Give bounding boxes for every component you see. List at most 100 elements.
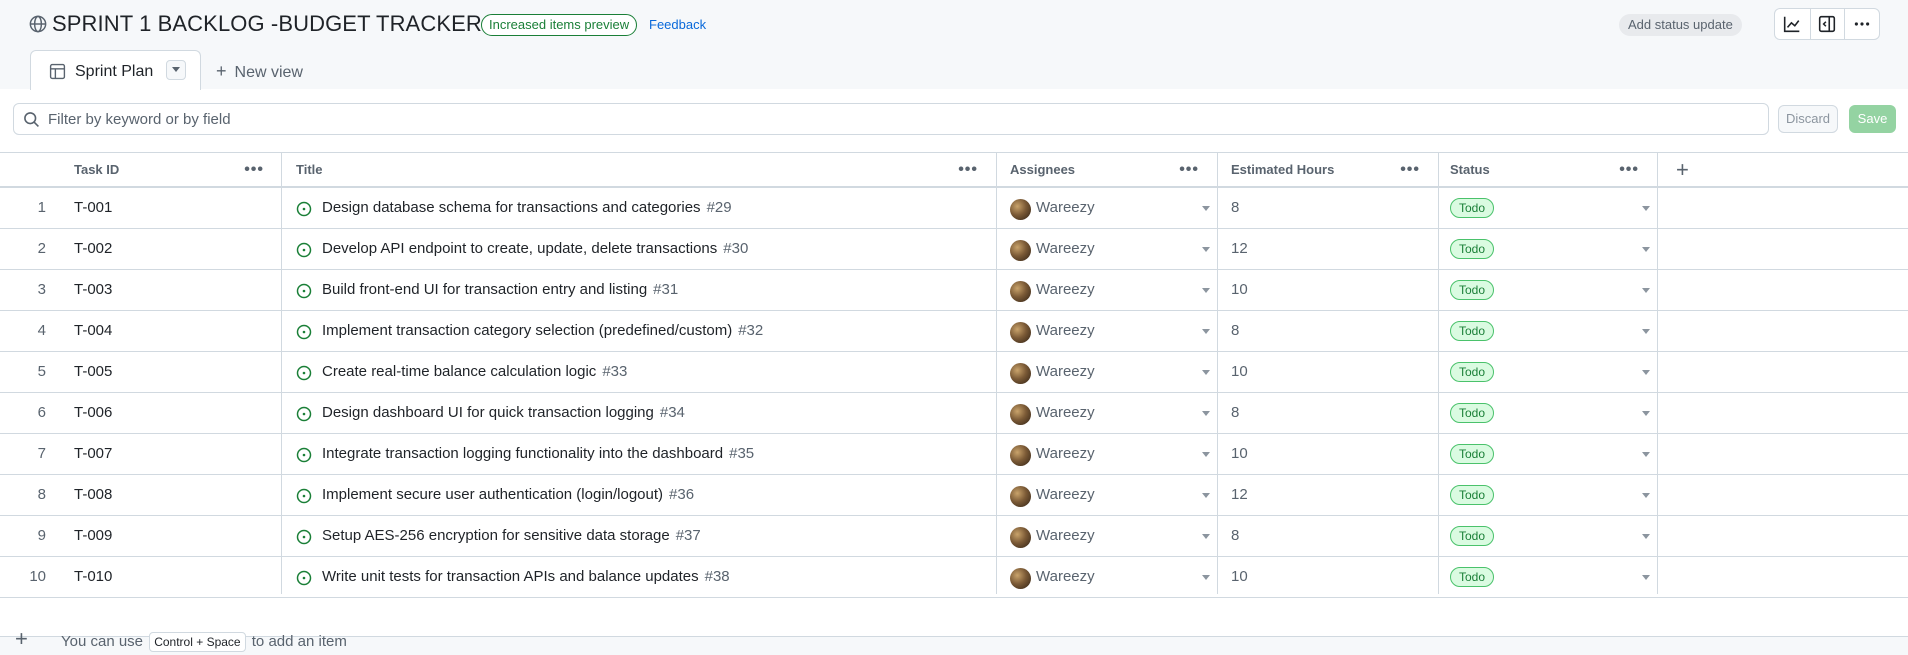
chevron-down-icon[interactable] (1202, 370, 1210, 375)
chevron-down-icon[interactable] (1202, 288, 1210, 293)
estimated-hours-cell[interactable]: 10 (1231, 557, 1248, 597)
chevron-down-icon[interactable] (1642, 247, 1650, 252)
estimated-hours-cell[interactable]: 8 (1231, 516, 1239, 556)
table-row[interactable]: 2 T-002 Develop API endpoint to create, … (0, 229, 1908, 270)
view-options-dropdown[interactable] (166, 60, 186, 80)
chevron-down-icon[interactable] (1642, 534, 1650, 539)
assignee-cell[interactable]: Wareezy (1010, 188, 1210, 228)
filter-input[interactable] (48, 109, 1748, 129)
assignee-cell[interactable]: Wareezy (1010, 434, 1210, 474)
chevron-down-icon[interactable] (1642, 493, 1650, 498)
assignee-cell[interactable]: Wareezy (1010, 516, 1210, 556)
filter-bar[interactable] (13, 103, 1769, 135)
column-menu-icon[interactable]: ••• (1400, 153, 1420, 187)
issue-title-link[interactable]: Create real-time balance calculation log… (322, 352, 627, 392)
column-header-estimated-hours[interactable]: Estimated Hours ••• (1231, 153, 1438, 187)
add-field-button[interactable]: + (1676, 153, 1706, 187)
assignee-cell[interactable]: Wareezy (1010, 352, 1210, 392)
task-id-cell[interactable]: T-003 (74, 270, 112, 310)
table-row[interactable]: 10 T-010 Write unit tests for transactio… (0, 557, 1908, 598)
column-header-task-id[interactable]: Task ID ••• (74, 153, 282, 187)
issue-title-link[interactable]: Design database schema for transactions … (322, 188, 732, 228)
column-menu-icon[interactable]: ••• (1619, 153, 1639, 187)
sidebar-toggle-button[interactable] (1809, 9, 1845, 39)
task-id-cell[interactable]: T-008 (74, 475, 112, 515)
column-divider[interactable] (1657, 152, 1658, 594)
tab-sprint-plan[interactable]: Sprint Plan (30, 50, 201, 90)
issue-title-link[interactable]: Integrate transaction logging functional… (322, 434, 754, 474)
add-item-row[interactable]: + You can use Control + Space to add an … (0, 621, 1908, 655)
estimated-hours-cell[interactable]: 12 (1231, 475, 1248, 515)
issue-title-link[interactable]: Design dashboard UI for quick transactio… (322, 393, 685, 433)
chevron-down-icon[interactable] (1202, 206, 1210, 211)
column-menu-icon[interactable]: ••• (958, 153, 978, 187)
column-header-title[interactable]: Title ••• (296, 153, 996, 187)
estimated-hours-cell[interactable]: 10 (1231, 352, 1248, 392)
assignee-cell[interactable]: Wareezy (1010, 229, 1210, 269)
more-options-button[interactable] (1844, 9, 1879, 39)
chevron-down-icon[interactable] (1202, 247, 1210, 252)
assignee-cell[interactable]: Wareezy (1010, 393, 1210, 433)
chevron-down-icon[interactable] (1202, 452, 1210, 457)
task-id-cell[interactable]: T-009 (74, 516, 112, 556)
issue-title-link[interactable]: Write unit tests for transaction APIs an… (322, 557, 730, 597)
discard-button[interactable]: Discard (1778, 105, 1838, 133)
assignee-cell[interactable]: Wareezy (1010, 311, 1210, 351)
estimated-hours-cell[interactable]: 12 (1231, 229, 1248, 269)
chevron-down-icon[interactable] (1202, 329, 1210, 334)
chevron-down-icon[interactable] (1202, 575, 1210, 580)
issue-title-link[interactable]: Implement secure user authentication (lo… (322, 475, 694, 515)
task-id-cell[interactable]: T-010 (74, 557, 112, 597)
column-divider[interactable] (281, 152, 282, 594)
estimated-hours-cell[interactable]: 10 (1231, 434, 1248, 474)
estimated-hours-cell[interactable]: 8 (1231, 311, 1239, 351)
column-divider[interactable] (996, 152, 997, 594)
plus-icon[interactable]: + (15, 626, 28, 652)
issue-title-link[interactable]: Build front-end UI for transaction entry… (322, 270, 678, 310)
assignee-cell[interactable]: Wareezy (1010, 557, 1210, 597)
column-menu-icon[interactable]: ••• (244, 153, 264, 187)
estimated-hours-cell[interactable]: 10 (1231, 270, 1248, 310)
table-row[interactable]: 7 T-007 Integrate transaction logging fu… (0, 434, 1908, 475)
save-button[interactable]: Save (1849, 105, 1896, 133)
table-row[interactable]: 3 T-003 Build front-end UI for transacti… (0, 270, 1908, 311)
table-row[interactable]: 4 T-004 Implement transaction category s… (0, 311, 1908, 352)
chevron-down-icon[interactable] (1642, 206, 1650, 211)
feedback-link[interactable]: Feedback (649, 17, 706, 32)
column-menu-icon[interactable]: ••• (1179, 153, 1199, 187)
issue-title-link[interactable]: Implement transaction category selection… (322, 311, 763, 351)
chevron-down-icon[interactable] (1202, 534, 1210, 539)
chevron-down-icon[interactable] (1202, 411, 1210, 416)
estimated-hours-cell[interactable]: 8 (1231, 393, 1239, 433)
project-title[interactable]: SPRINT 1 BACKLOG -BUDGET TRACKER (52, 11, 482, 37)
chevron-down-icon[interactable] (1642, 370, 1650, 375)
task-id-cell[interactable]: T-006 (74, 393, 112, 433)
increased-items-preview-badge[interactable]: Increased items preview (481, 14, 638, 36)
task-id-cell[interactable]: T-002 (74, 229, 112, 269)
add-status-update-button[interactable]: Add status update (1619, 14, 1742, 36)
chevron-down-icon[interactable] (1642, 329, 1650, 334)
table-row[interactable]: 8 T-008 Implement secure user authentica… (0, 475, 1908, 516)
table-row[interactable]: 5 T-005 Create real-time balance calcula… (0, 352, 1908, 393)
estimated-hours-cell[interactable]: 8 (1231, 188, 1239, 228)
column-header-assignees[interactable]: Assignees ••• (1010, 153, 1217, 187)
table-row[interactable]: 9 T-009 Setup AES-256 encryption for sen… (0, 516, 1908, 557)
chevron-down-icon[interactable] (1642, 452, 1650, 457)
insights-button[interactable] (1775, 9, 1810, 39)
task-id-cell[interactable]: T-001 (74, 188, 112, 228)
table-row[interactable]: 1 T-001 Design database schema for trans… (0, 188, 1908, 229)
task-id-cell[interactable]: T-005 (74, 352, 112, 392)
chevron-down-icon[interactable] (1202, 493, 1210, 498)
assignee-cell[interactable]: Wareezy (1010, 270, 1210, 310)
task-id-cell[interactable]: T-004 (74, 311, 112, 351)
chevron-down-icon[interactable] (1642, 411, 1650, 416)
column-divider[interactable] (1438, 152, 1439, 594)
column-divider[interactable] (1217, 152, 1218, 594)
issue-title-link[interactable]: Develop API endpoint to create, update, … (322, 229, 748, 269)
new-view-button[interactable]: + New view (216, 61, 303, 82)
issue-title-link[interactable]: Setup AES-256 encryption for sensitive d… (322, 516, 701, 556)
column-header-status[interactable]: Status ••• (1450, 153, 1657, 187)
table-row[interactable]: 6 T-006 Design dashboard UI for quick tr… (0, 393, 1908, 434)
task-id-cell[interactable]: T-007 (74, 434, 112, 474)
assignee-cell[interactable]: Wareezy (1010, 475, 1210, 515)
